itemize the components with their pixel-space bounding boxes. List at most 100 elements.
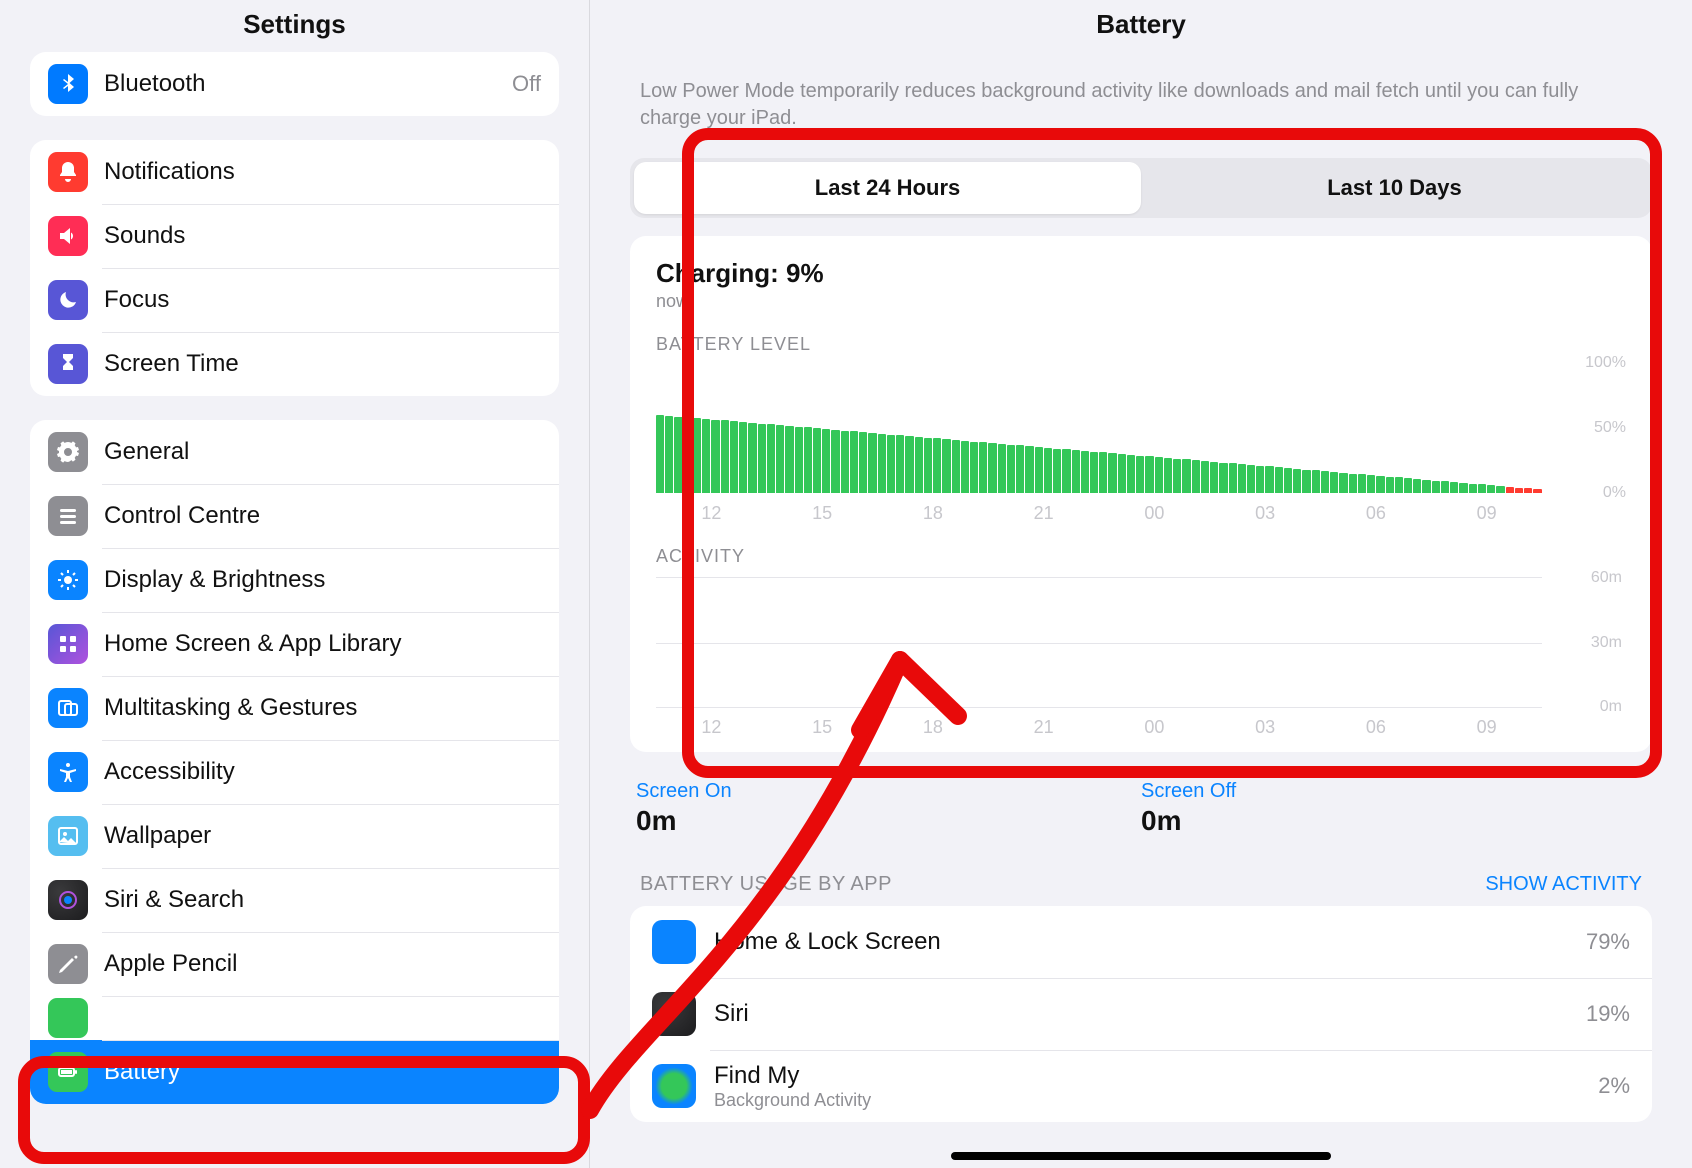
sidebar-group-alerts: Notifications Sounds Focus xyxy=(30,140,559,396)
green-icon xyxy=(48,998,88,1038)
sidebar-item-label: Focus xyxy=(104,286,169,314)
segment-last-24h[interactable]: Last 24 Hours xyxy=(634,162,1141,214)
battery-bar xyxy=(702,419,710,493)
sidebar-title: Settings xyxy=(0,0,589,48)
battery-bar xyxy=(896,435,904,493)
battery-bar xyxy=(1219,463,1227,493)
battery-bar xyxy=(1275,467,1283,493)
sidebar-item-control-centre[interactable]: Control Centre xyxy=(30,484,559,548)
battery-bar xyxy=(804,427,812,493)
battery-bar xyxy=(1072,450,1080,493)
battery-bar xyxy=(961,441,969,493)
battery-xaxis: 1215182100030609 xyxy=(656,503,1626,524)
xtick: 21 xyxy=(988,503,1099,524)
battery-bar xyxy=(850,431,858,493)
settings-sidebar: Settings Bluetooth Off Notifications xyxy=(0,0,590,1168)
battery-bar xyxy=(1386,477,1394,493)
sidebar-item-multitasking[interactable]: Multitasking & Gestures xyxy=(30,676,559,740)
battery-bar xyxy=(1201,461,1209,493)
sidebar-item-label: Sounds xyxy=(104,222,185,250)
screen-time-summary: Screen On 0m Screen Off 0m xyxy=(630,780,1652,837)
battery-bar xyxy=(1229,463,1237,493)
sidebar-item-screen-time[interactable]: Screen Time xyxy=(30,332,559,396)
sidebar-item-label: Home Screen & App Library xyxy=(104,630,401,658)
battery-bar xyxy=(711,420,719,493)
battery-bar xyxy=(1090,452,1098,493)
battery-bar xyxy=(1118,454,1126,493)
sidebar-item-display[interactable]: Display & Brightness xyxy=(30,548,559,612)
battery-bar xyxy=(859,432,867,493)
show-activity-link[interactable]: SHOW ACTIVITY xyxy=(1485,873,1642,896)
sidebar-item-battery[interactable]: Battery xyxy=(30,1040,559,1104)
sidebar-item-notifications[interactable]: Notifications xyxy=(30,140,559,204)
sidebar-item-general[interactable]: General xyxy=(30,420,559,484)
segment-last-10d[interactable]: Last 10 Days xyxy=(1141,162,1648,214)
app-row-siri[interactable]: Siri 19% xyxy=(630,978,1652,1050)
battery-bar xyxy=(1155,457,1163,493)
battery-bar xyxy=(831,430,839,493)
sidebar-item-siri[interactable]: Siri & Search xyxy=(30,868,559,932)
battery-bar xyxy=(1312,470,1320,493)
battery-bar xyxy=(776,425,784,493)
time-range-segmented[interactable]: Last 24 Hours Last 10 Days xyxy=(630,158,1652,218)
app-row-home-lock[interactable]: Home & Lock Screen 79% xyxy=(630,906,1652,978)
battery-bar xyxy=(905,436,913,493)
sidebar-item-bluetooth[interactable]: Bluetooth Off xyxy=(30,52,559,116)
battery-bar xyxy=(1339,473,1347,493)
bluetooth-icon xyxy=(48,64,88,104)
screen-off-label: Screen Off xyxy=(1141,780,1646,803)
gear-icon xyxy=(48,432,88,472)
battery-bar xyxy=(1265,466,1273,493)
sidebar-item-focus[interactable]: Focus xyxy=(30,268,559,332)
battery-bar xyxy=(1459,483,1467,493)
battery-bar xyxy=(1376,476,1384,493)
battery-bar xyxy=(656,415,664,493)
battery-bar xyxy=(933,438,941,493)
battery-bar xyxy=(748,423,756,493)
siri-app-icon xyxy=(652,992,696,1036)
battery-level-label: BATTERY LEVEL xyxy=(656,334,1626,355)
xtick: 00 xyxy=(1099,717,1210,738)
app-row-find-my[interactable]: Find My Background Activity 2% xyxy=(630,1050,1652,1122)
battery-bar xyxy=(841,431,849,493)
usage-by-app-header: BATTERY USAGE BY APP SHOW ACTIVITY xyxy=(630,873,1652,906)
xtick: 03 xyxy=(1210,717,1321,738)
home-indicator[interactable] xyxy=(951,1152,1331,1160)
sidebar-item-apple-pencil[interactable]: Apple Pencil xyxy=(30,932,559,996)
sidebar-item-accessibility[interactable]: Accessibility xyxy=(30,740,559,804)
sidebar-item-wallpaper[interactable]: Wallpaper xyxy=(30,804,559,868)
battery-bar xyxy=(998,444,1006,493)
sidebar-item-label: Siri & Search xyxy=(104,886,244,914)
find-my-icon xyxy=(652,1064,696,1108)
app-name: Siri xyxy=(714,1000,749,1028)
battery-level-chart[interactable] xyxy=(656,363,1626,493)
battery-bar xyxy=(1533,489,1541,493)
sidebar-item-label: Screen Time xyxy=(104,350,239,378)
sidebar-item-truncated[interactable] xyxy=(30,996,559,1040)
battery-bar xyxy=(1192,460,1200,493)
battery-bar xyxy=(970,442,978,493)
sidebar-item-label: Multitasking & Gestures xyxy=(104,694,357,722)
ytick-0m: 0m xyxy=(1600,698,1622,716)
battery-bar xyxy=(1099,452,1107,493)
xtick: 18 xyxy=(878,503,989,524)
battery-bar xyxy=(1164,458,1172,493)
charging-status-sub: now xyxy=(656,291,1626,312)
activity-chart[interactable]: 60m 30m 0m xyxy=(656,577,1542,707)
sliders-icon xyxy=(48,496,88,536)
battery-bar xyxy=(1441,481,1449,493)
sidebar-item-sounds[interactable]: Sounds xyxy=(30,204,559,268)
sidebar-item-home-screen[interactable]: Home Screen & App Library xyxy=(30,612,559,676)
moon-icon xyxy=(48,280,88,320)
battery-bar xyxy=(1422,480,1430,493)
battery-bar xyxy=(785,426,793,493)
battery-bar xyxy=(1025,446,1033,493)
activity-xaxis: 1215182100030609 xyxy=(656,717,1626,738)
battery-bar xyxy=(1182,459,1190,493)
xtick: 15 xyxy=(767,503,878,524)
charging-status-title: Charging: 9% xyxy=(656,258,1626,289)
battery-bar xyxy=(1053,449,1061,493)
xtick: 06 xyxy=(1321,717,1432,738)
battery-bar xyxy=(988,443,996,493)
hourglass-icon xyxy=(48,344,88,384)
